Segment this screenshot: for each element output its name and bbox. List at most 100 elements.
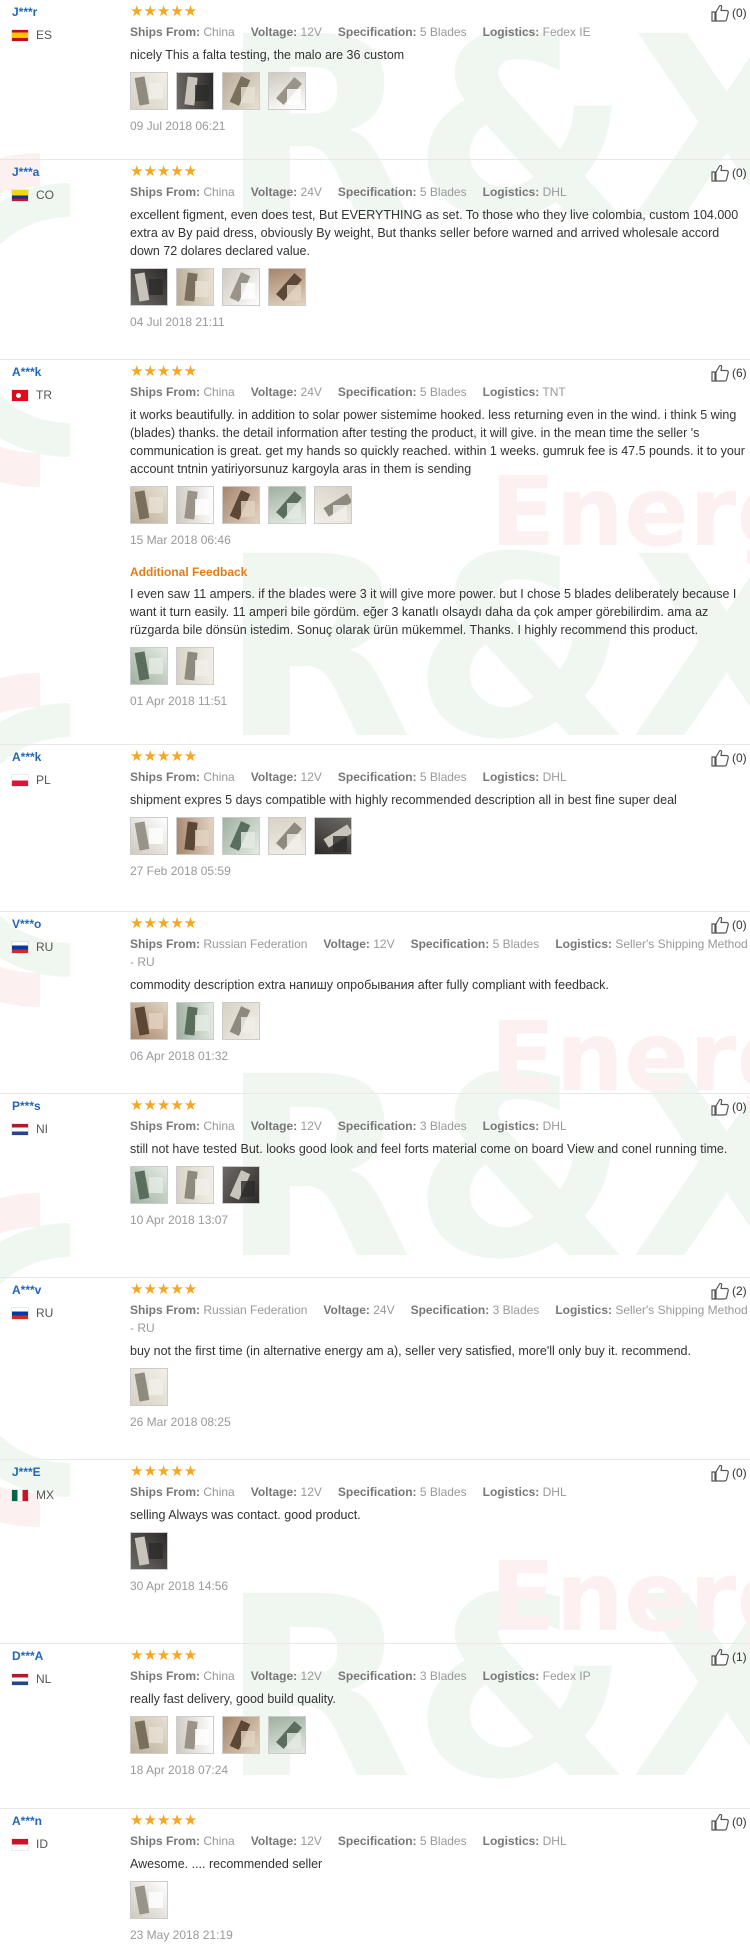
review-photo-thumbnail[interactable] [268,817,306,855]
reviewer-name[interactable]: A***v [12,1282,122,1298]
review-photos [130,1881,748,1919]
review-photo-thumbnail[interactable] [130,647,168,685]
ships-from-pair: Ships From: China [130,1669,235,1683]
review-photo-thumbnail[interactable] [222,268,260,306]
logistics-label: Logistics: [482,1485,540,1499]
thumbs-up-icon [710,916,732,934]
review-text: shipment expres 5 days compatible with h… [130,793,677,807]
review-photo-thumbnail[interactable] [176,1166,214,1204]
specification-label: Specification: [410,937,490,951]
review-date: 10 Apr 2018 13:07 [130,1213,229,1227]
reviewer-name[interactable]: D***A [12,1648,122,1664]
review-date: 06 Apr 2018 01:32 [130,1049,229,1063]
specification-label: Specification: [337,1669,417,1683]
ships-from-pair: Ships From: Russian Federation [130,937,307,951]
specification-value: 5 Blades [419,25,467,39]
review-photo-thumbnail[interactable] [130,817,168,855]
helpful-button[interactable]: (0) [710,1464,750,1482]
helpful-button[interactable]: (0) [710,1098,750,1116]
review-photo-thumbnail[interactable] [176,1716,214,1754]
review-content: ★★★★★ Ships From: China Voltage: 12V Specif… [130,1812,748,1943]
review-photo-thumbnail[interactable] [130,1368,168,1406]
ships-from-pair: Ships From: China [130,185,235,199]
country-flag-icon [12,1673,28,1685]
country-flag-icon [12,1307,28,1319]
review-photo-thumbnail[interactable] [222,817,260,855]
logistics-label: Logistics: [482,1119,540,1133]
review-photo-thumbnail[interactable] [130,1166,168,1204]
helpful-button[interactable]: (6) [710,364,750,382]
voltage-value: 12V [373,937,395,951]
ships-from-pair: Ships From: China [130,1119,235,1133]
reviewer-name[interactable]: V***o [12,916,122,932]
review-photo-thumbnail[interactable] [176,72,214,110]
ships-from-value: China [203,25,235,39]
review-photo-thumbnail[interactable] [176,817,214,855]
reviewer-name[interactable]: J***a [12,164,122,180]
voltage-pair: Voltage: 12V [323,937,394,951]
reviewer-name[interactable]: J***r [12,4,122,20]
review-photo-thumbnail[interactable] [222,486,260,524]
review-content: ★★★★★ Ships From: China Voltage: 12V Specif… [130,3,748,134]
review-photo-thumbnail[interactable] [130,486,168,524]
reviewer-name[interactable]: A***n [12,1813,122,1829]
logistics-pair: Logistics: DHL [483,1834,567,1848]
review-photo-thumbnail[interactable] [314,817,352,855]
helpful-button[interactable]: (1) [710,1648,750,1666]
helpful-button[interactable]: (0) [710,749,750,767]
helpful-button[interactable]: (2) [710,1282,750,1300]
reviewer-name[interactable]: A***k [12,749,122,765]
review-meta: Ships From: Russian Federation Voltage: 1… [130,935,748,971]
ships-from-pair: Ships From: China [130,1834,235,1848]
logistics-label: Logistics: [482,185,540,199]
reviewer-name[interactable]: P***s [12,1098,122,1114]
review-photo-thumbnail[interactable] [130,1002,168,1040]
helpful-button[interactable]: (0) [710,4,750,22]
review-photos [130,1002,748,1040]
review-item: A***k TR ★★★★★ Ships From: China Voltage: 24… [0,360,750,745]
logistics-value: DHL [542,770,567,784]
review-photo-thumbnail[interactable] [130,1716,168,1754]
review-meta: Ships From: China Voltage: 12V Specificati… [130,1483,748,1501]
review-photo-thumbnail[interactable] [176,647,214,685]
reviewer-country: PL [12,773,122,787]
review-user: A***k PL [12,749,122,787]
review-date: 30 Apr 2018 14:56 [130,1579,229,1593]
voltage-label: Voltage: [323,1303,370,1317]
country-flag-icon [12,1123,28,1135]
review-photo-thumbnail[interactable] [176,268,214,306]
reviewer-name[interactable]: J***E [12,1464,122,1480]
reviewer-name[interactable]: A***k [12,364,122,380]
review-photo-thumbnail[interactable] [130,268,168,306]
review-photo-thumbnail[interactable] [268,486,306,524]
review-photo-thumbnail[interactable] [314,486,352,524]
review-photos [130,486,748,524]
voltage-value: 12V [300,1119,322,1133]
review-photo-thumbnail[interactable] [222,1166,260,1204]
review-photo-thumbnail[interactable] [130,1532,168,1570]
voltage-label: Voltage: [250,1669,298,1683]
review-photo-thumbnail[interactable] [222,1716,260,1754]
country-code: NL [36,1672,52,1686]
review-photo-thumbnail[interactable] [268,268,306,306]
ships-from-value: Russian Federation [203,1303,308,1317]
review-photo-thumbnail[interactable] [222,72,260,110]
country-code: NI [36,1122,48,1136]
review-photo-thumbnail[interactable] [130,1881,168,1919]
review-photo-thumbnail[interactable] [176,1002,214,1040]
logistics-pair: Logistics: DHL [483,770,567,784]
review-content: ★★★★★ Ships From: China Voltage: 12V Specif… [130,1097,748,1228]
helpful-button[interactable]: (0) [710,164,750,182]
review-content: ★★★★★ Ships From: Russian Federation Volta… [130,1281,748,1430]
star-rating: ★★★★★ [130,1647,198,1664]
helpful-button[interactable]: (0) [710,916,750,934]
review-photo-thumbnail[interactable] [268,72,306,110]
ships-from-pair: Ships From: China [130,25,235,39]
ships-from-value: China [203,1485,235,1499]
review-photo-thumbnail[interactable] [176,486,214,524]
review-photo-thumbnail[interactable] [222,1002,260,1040]
helpful-button[interactable]: (0) [710,1813,750,1831]
review-photo-thumbnail[interactable] [268,1716,306,1754]
review-photo-thumbnail[interactable] [130,72,168,110]
review-meta: Ships From: China Voltage: 12V Specificati… [130,23,748,41]
